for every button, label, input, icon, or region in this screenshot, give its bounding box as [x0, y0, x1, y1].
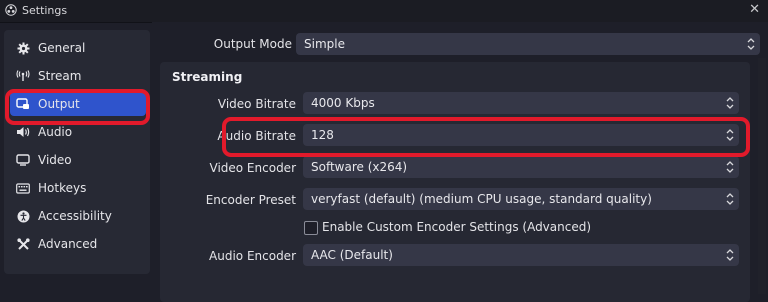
- keyboard-icon: [16, 181, 30, 195]
- settings-sidebar: General Stream Output Audio Video Hotkey…: [4, 30, 150, 274]
- sidebar-item-label: Advanced: [38, 237, 98, 251]
- sidebar-item-label: Accessibility: [38, 209, 112, 223]
- close-icon[interactable]: ✕: [749, 2, 760, 17]
- video-encoder-value: Software (x264): [311, 160, 408, 174]
- sidebar-item-output[interactable]: Output: [10, 92, 146, 116]
- sidebar-item-general[interactable]: General: [10, 36, 146, 60]
- sidebar-item-label: Audio: [38, 125, 73, 139]
- audio-encoder-select[interactable]: AAC (Default): [303, 244, 739, 266]
- sidebar-item-label: Hotkeys: [38, 181, 87, 195]
- streaming-group: Streaming Video Bitrate 4000 Kbps Audio …: [160, 62, 750, 302]
- sidebar-item-video[interactable]: Video: [10, 148, 146, 172]
- gear-icon: [16, 41, 30, 55]
- monitor-icon: [16, 153, 30, 167]
- dropdown-chevron-icon: [746, 36, 756, 52]
- video-encoder-label: Video Encoder: [209, 161, 297, 175]
- output-mode-value: Simple: [304, 37, 345, 51]
- spin-arrows-icon[interactable]: [725, 95, 735, 111]
- title-bar: Settings ✕: [0, 0, 768, 23]
- video-encoder-select[interactable]: Software (x264): [303, 156, 739, 178]
- speaker-icon: [16, 125, 30, 139]
- sidebar-item-hotkeys[interactable]: Hotkeys: [10, 176, 146, 200]
- sidebar-item-label: Video: [38, 153, 72, 167]
- sidebar-item-accessibility[interactable]: Accessibility: [10, 204, 146, 228]
- audio-bitrate-value: 128: [311, 128, 334, 142]
- encoder-preset-select[interactable]: veryfast (default) (medium CPU usage, st…: [303, 188, 739, 210]
- audio-bitrate-label: Audio Bitrate: [217, 129, 296, 143]
- sidebar-item-label: Output: [38, 97, 80, 111]
- dropdown-chevron-icon: [725, 191, 735, 207]
- video-bitrate-label: Video Bitrate: [217, 97, 296, 111]
- sidebar-item-label: Stream: [38, 69, 82, 83]
- sidebar-item-advanced[interactable]: Advanced: [10, 232, 146, 256]
- audio-encoder-label: Audio Encoder: [209, 249, 296, 263]
- sidebar-item-stream[interactable]: Stream: [10, 64, 146, 88]
- video-bitrate-value: 4000 Kbps: [311, 96, 375, 110]
- output-mode-select[interactable]: Simple: [296, 33, 760, 55]
- audio-bitrate-select[interactable]: 128: [303, 124, 739, 146]
- encoder-preset-label: Encoder Preset: [205, 193, 296, 207]
- window-title: Settings: [22, 4, 68, 17]
- obs-logo-icon: [5, 4, 17, 16]
- output-settings-panel: Output Mode Simple Streaming Video Bitra…: [152, 22, 768, 302]
- video-bitrate-spinbox[interactable]: 4000 Kbps: [303, 92, 739, 114]
- accessibility-icon: [16, 209, 30, 223]
- audio-encoder-value: AAC (Default): [311, 248, 393, 262]
- dropdown-chevron-icon: [725, 159, 735, 175]
- sidebar-item-label: General: [38, 41, 86, 55]
- output-mode-label: Output Mode: [213, 37, 292, 51]
- sidebar-item-audio[interactable]: Audio: [10, 120, 146, 144]
- output-icon: [16, 97, 30, 111]
- dropdown-chevron-icon: [725, 127, 735, 143]
- dropdown-chevron-icon: [725, 247, 735, 263]
- encoder-preset-value: veryfast (default) (medium CPU usage, st…: [311, 192, 652, 206]
- antenna-icon: [16, 69, 30, 83]
- wrench-icon: [16, 237, 30, 251]
- custom-encoder-checkbox[interactable]: [304, 221, 318, 235]
- custom-encoder-label[interactable]: Enable Custom Encoder Settings (Advanced…: [322, 220, 591, 234]
- settings-scrollbar[interactable]: [758, 58, 766, 294]
- streaming-title: Streaming: [172, 70, 243, 84]
